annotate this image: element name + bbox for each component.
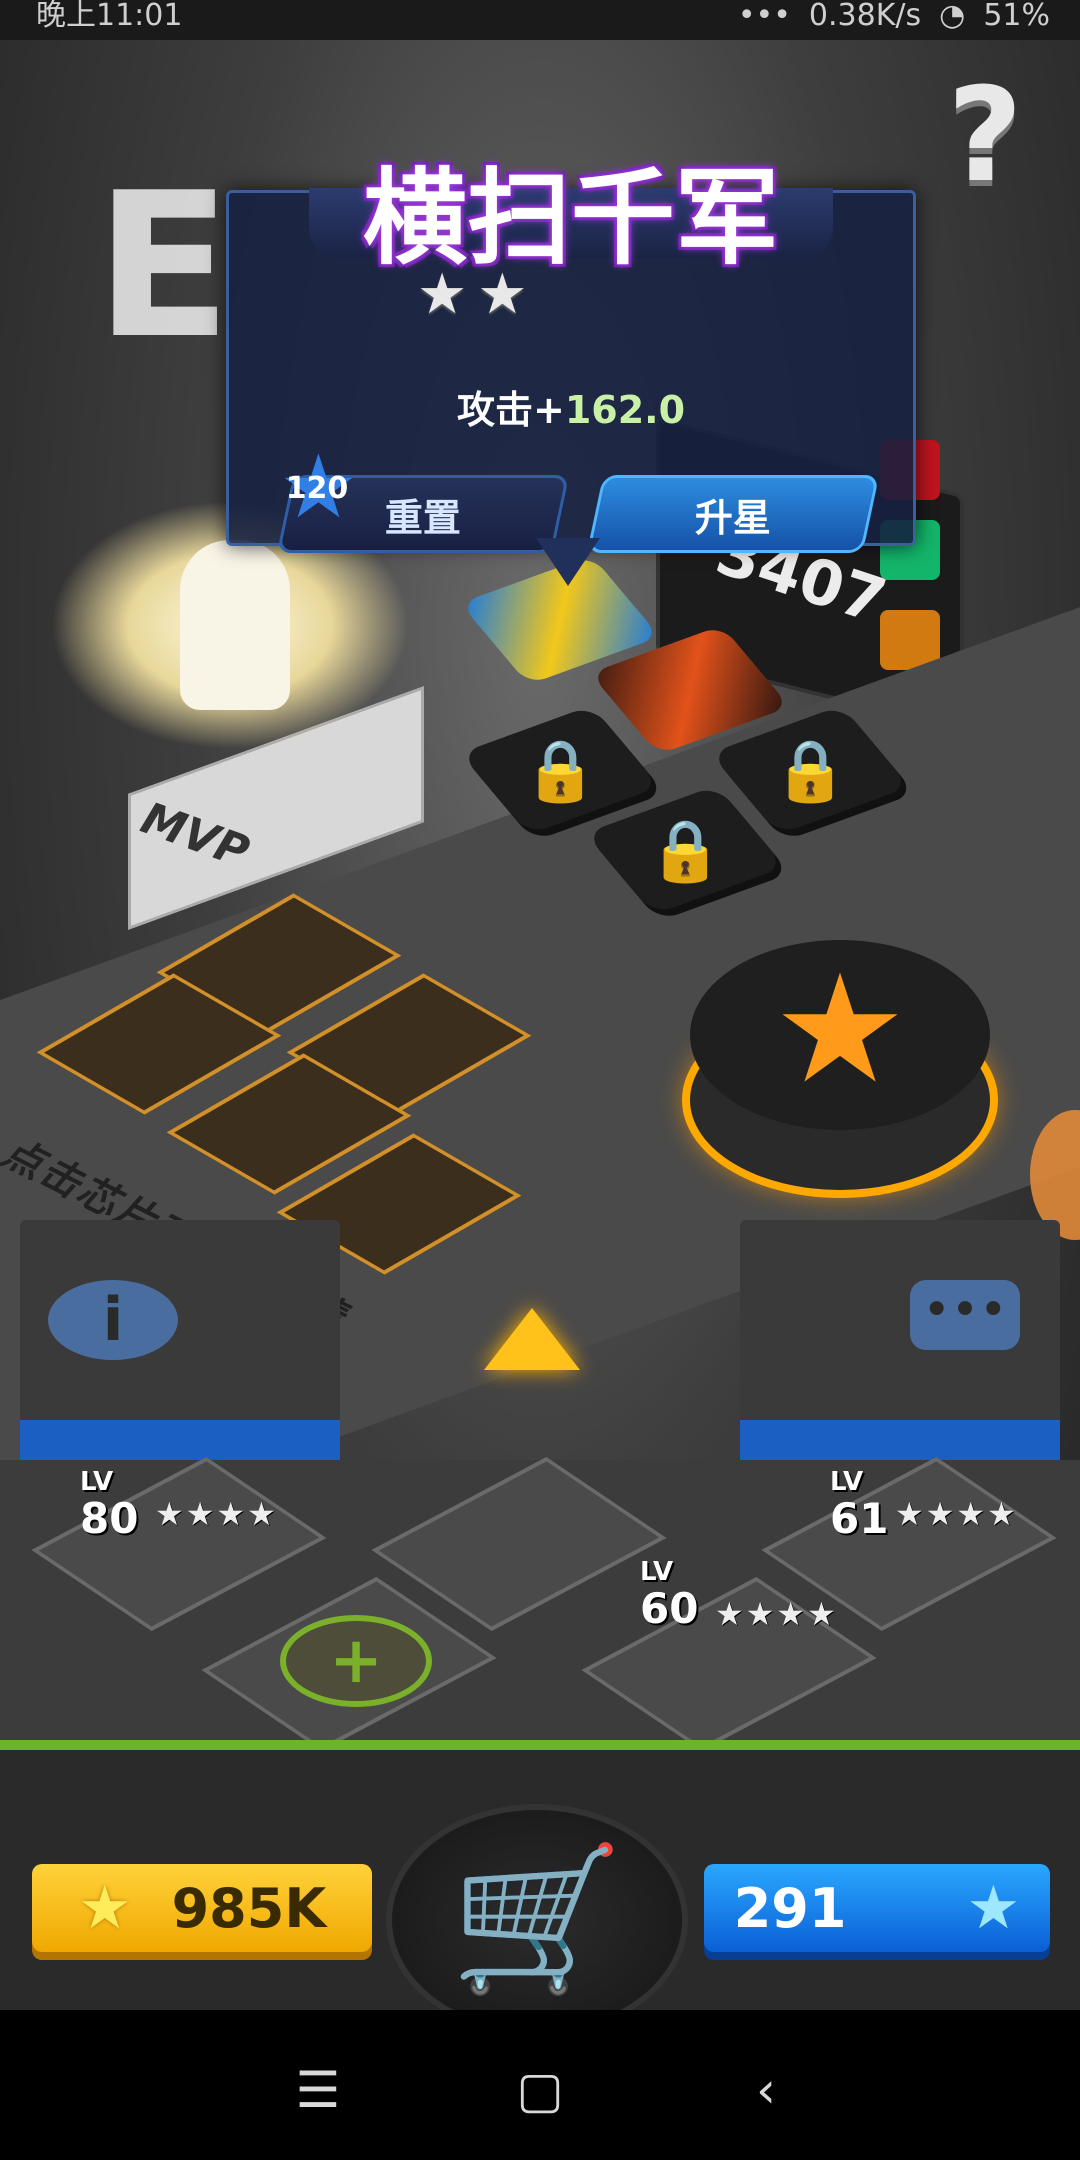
reset-label: 重置: [384, 495, 461, 540]
lock-icon: 🔒: [522, 735, 598, 806]
info-button[interactable]: i: [20, 1220, 340, 1466]
member-stars: ★★★★: [715, 1595, 838, 1633]
back-icon[interactable]: ‹: [726, 2050, 806, 2130]
status-indicators: ••• 0.38K/s ◔ 51%: [738, 0, 1050, 32]
status-dots: •••: [737, 0, 791, 33]
system-nav-bar: ☰ ▢ ‹: [0, 2010, 1080, 2160]
battery-level: 51%: [983, 0, 1050, 33]
status-time: 晚上11:01: [36, 0, 183, 33]
level-number: 120: [285, 470, 349, 506]
star-icon: ★: [772, 943, 908, 1117]
member-stars: ★★★★: [895, 1495, 1018, 1533]
chip-stars: ★ ★: [417, 267, 527, 323]
gem-amount: 291: [733, 1876, 847, 1940]
menu-icon[interactable]: ☰: [278, 2050, 358, 2130]
member-level: LV 60: [640, 1557, 699, 1633]
member-level: LV 61: [830, 1467, 889, 1543]
gold-amount: 985K: [171, 1876, 327, 1940]
cart-icon: 🛒: [449, 1838, 625, 2001]
star-upgrade-button[interactable]: ★: [690, 940, 990, 1190]
home-icon[interactable]: ▢: [500, 2050, 580, 2130]
star-icon: ★: [477, 262, 528, 327]
game-scene: E ? 3407 🔒 🔒 🔒 MVP ★ 点击芯片可查看详情 i •••: [0, 40, 1080, 2010]
chip-detail-panel: 横扫千军 ★ ★ 攻击+162.0 重置 升星 ★ 120: [226, 157, 916, 553]
gold-counter[interactable]: ★ 985K: [32, 1864, 372, 1952]
attack-label: 攻击+: [456, 388, 565, 432]
upgrade-star-button[interactable]: 升星: [586, 475, 880, 553]
member-level: LV 80: [80, 1467, 139, 1543]
gold-star-icon: ★: [77, 1873, 132, 1943]
network-speed: 0.38K/s: [808, 0, 922, 33]
panel-pointer: [536, 538, 600, 586]
status-bar: 晚上11:01 ••• 0.38K/s ◔ 51%: [0, 0, 1080, 40]
gem-counter[interactable]: 291 ★: [704, 1864, 1050, 1952]
level-badge: ★ 120: [279, 443, 358, 531]
star-icon: ★: [417, 262, 468, 327]
help-icon[interactable]: ?: [930, 70, 1040, 200]
lock-icon: 🔒: [772, 735, 848, 806]
blue-star-icon: ★: [966, 1873, 1021, 1943]
chip-name: 横扫千军: [362, 157, 779, 279]
upgrade-label: 升星: [694, 495, 771, 540]
wifi-icon: ◔: [939, 0, 966, 33]
background-emblem: E: [95, 150, 232, 383]
attack-value: 162.0: [564, 388, 686, 432]
hero-body: [180, 540, 290, 710]
up-arrow-icon[interactable]: [484, 1308, 580, 1370]
lock-icon: 🔒: [647, 815, 723, 886]
info-icon: i: [48, 1280, 178, 1360]
add-member-icon[interactable]: +: [280, 1615, 432, 1707]
chat-bubble-icon: •••: [910, 1280, 1020, 1350]
attack-stat: 攻击+162.0: [229, 379, 913, 434]
chat-button[interactable]: •••: [740, 1220, 1060, 1466]
member-stars: ★★★★: [155, 1495, 278, 1533]
